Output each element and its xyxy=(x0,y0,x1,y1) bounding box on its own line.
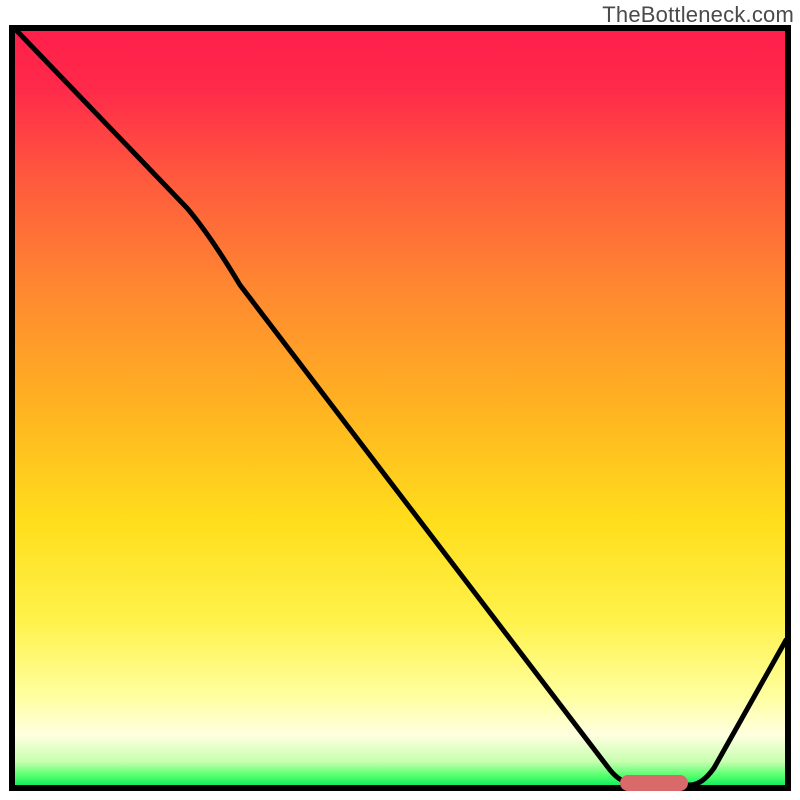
bottleneck-chart-svg xyxy=(0,0,800,800)
optimal-marker xyxy=(620,775,688,791)
chart-container: TheBottleneck.com xyxy=(0,0,800,800)
plot-background xyxy=(12,28,788,788)
watermark-text: TheBottleneck.com xyxy=(602,2,794,28)
